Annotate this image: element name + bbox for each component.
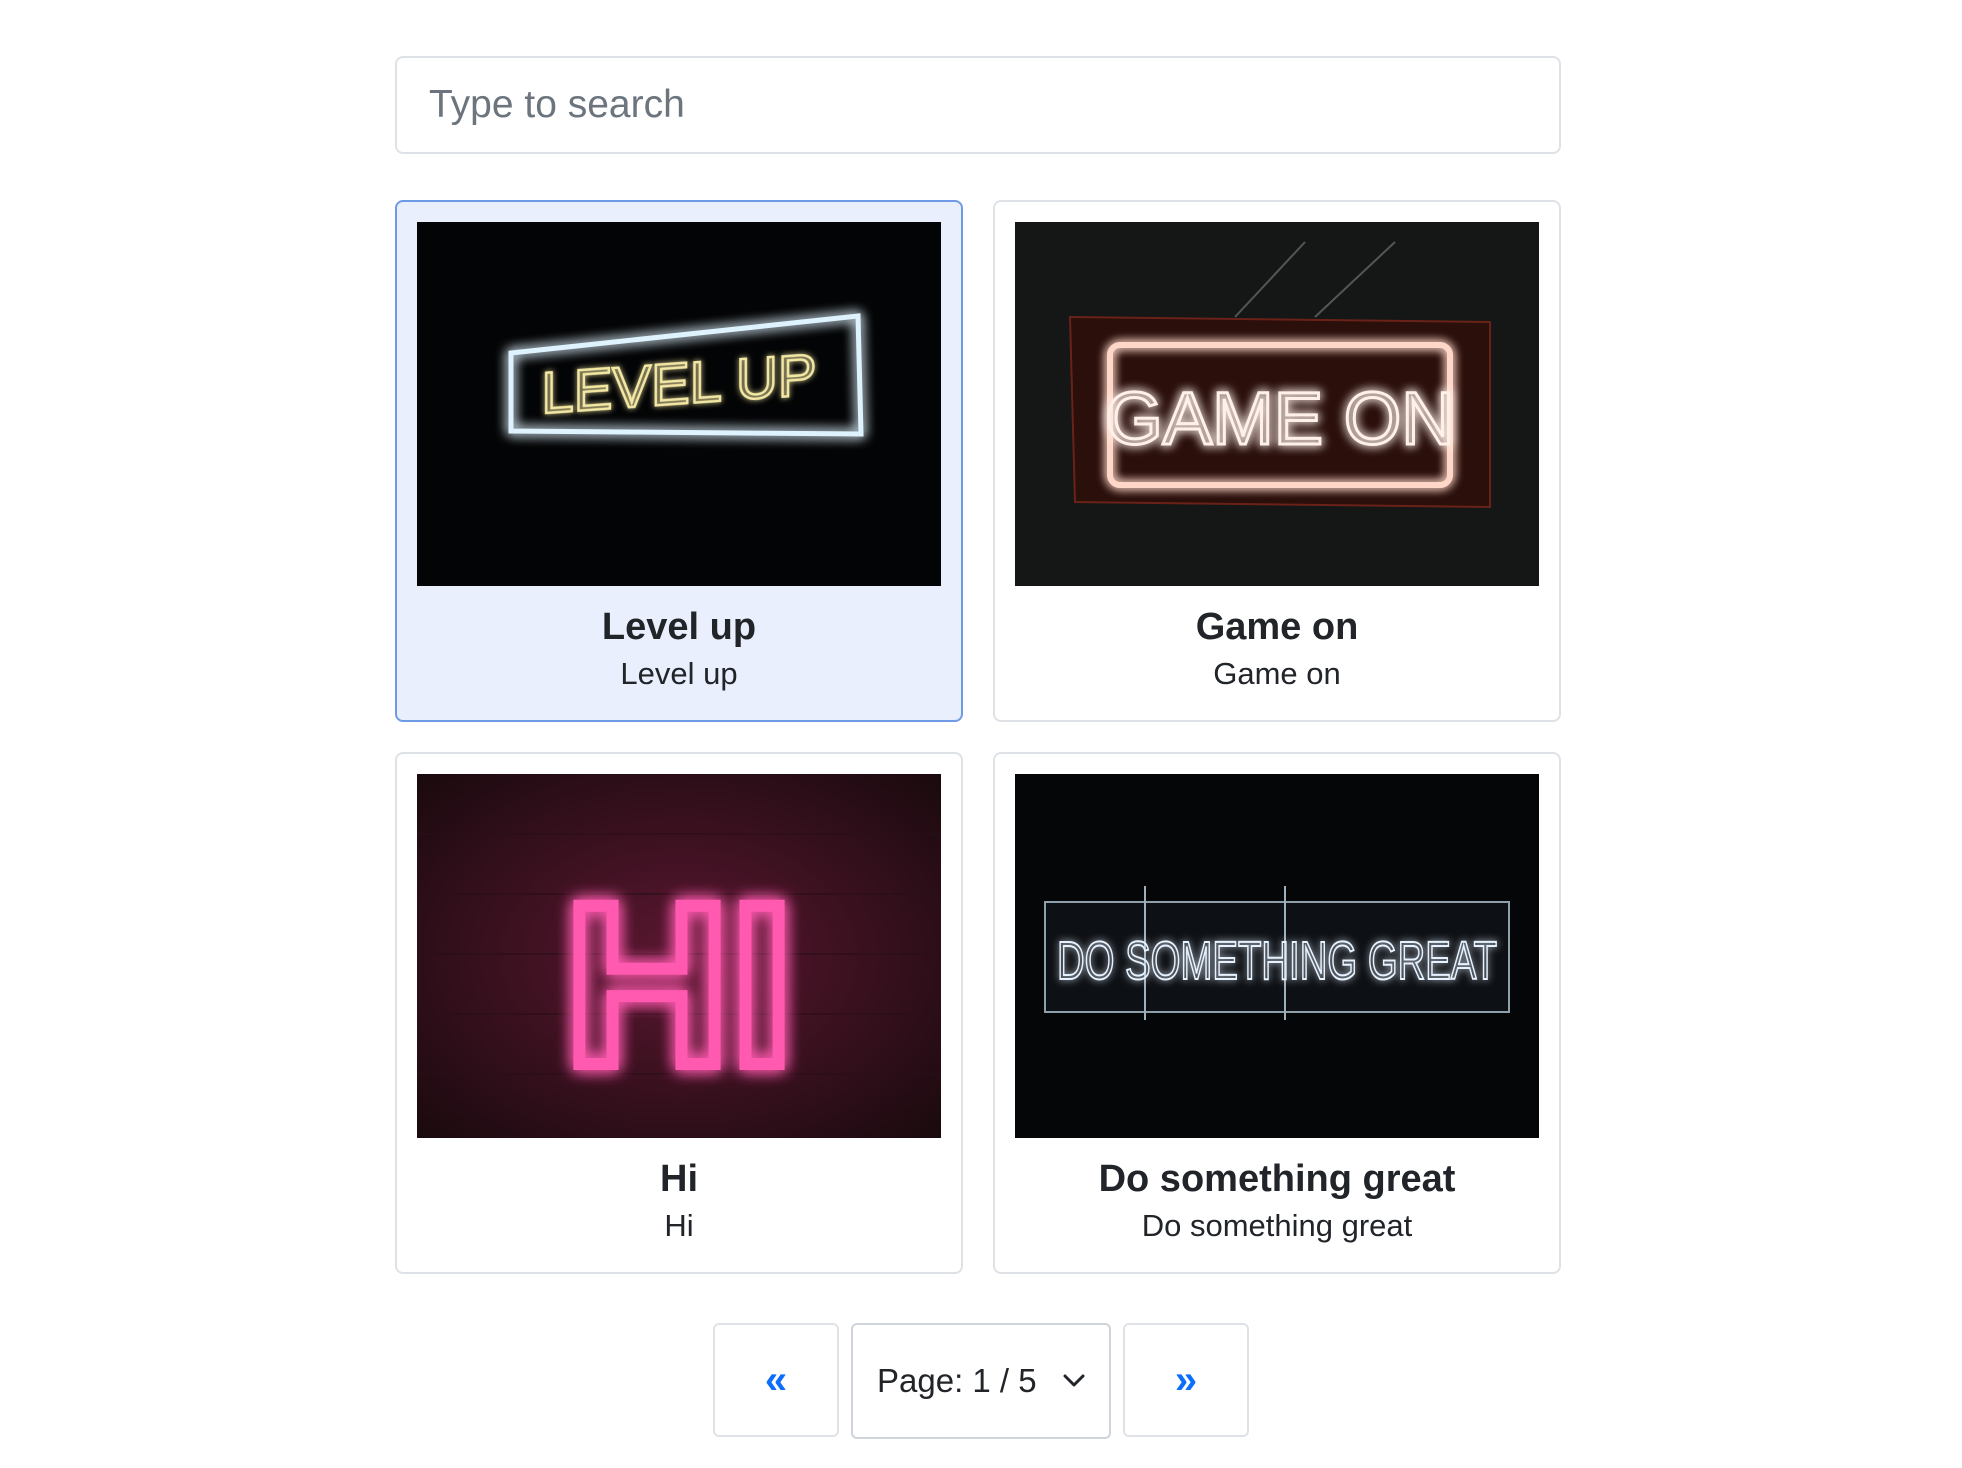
card-subtitle: Do something great [1141, 1208, 1413, 1243]
search-input[interactable] [395, 56, 1561, 154]
card-subtitle: Level up [620, 656, 738, 691]
page-select-label: Page: 1 / 5 [877, 1362, 1037, 1399]
card-title: Level up [601, 606, 757, 648]
chevron-down-icon [1063, 1374, 1085, 1387]
do-something-great-sign-text: DO SOMETHING GREAT [1057, 931, 1497, 991]
prev-page-button[interactable]: « [713, 1323, 839, 1437]
pagination: « Page: 1 / 5 » [0, 1323, 1962, 1439]
main-container: LEVEL UP Level up Level up GAME ON [395, 56, 1561, 1274]
card-title: Game on [1195, 606, 1359, 648]
image-card-do-something-great[interactable]: DO SOMETHING GREAT Do something great Do… [993, 752, 1561, 1274]
image-card-hi[interactable]: HI Hi Hi [395, 752, 963, 1274]
image-grid: LEVEL UP Level up Level up GAME ON Game … [395, 200, 1561, 1274]
page-select[interactable]: Page: 1 / 5 [851, 1323, 1111, 1439]
card-title: Do something great [1098, 1158, 1456, 1200]
card-image-level-up: LEVEL UP [417, 222, 941, 586]
hi-sign-text: HI [564, 856, 794, 1113]
card-image-hi: HI [417, 774, 941, 1138]
card-image-game-on: GAME ON [1015, 222, 1539, 586]
prev-page-label: « [764, 1357, 788, 1402]
card-image-do-something-great: DO SOMETHING GREAT [1015, 774, 1539, 1138]
image-card-level-up[interactable]: LEVEL UP Level up Level up [395, 200, 963, 722]
next-page-button[interactable]: » [1123, 1323, 1249, 1437]
game-on-sign-text: GAME ON [1105, 377, 1454, 460]
card-subtitle: Game on [1213, 656, 1341, 691]
card-subtitle: Hi [664, 1208, 694, 1243]
card-title: Hi [660, 1158, 698, 1200]
image-card-game-on[interactable]: GAME ON Game on Game on [993, 200, 1561, 722]
next-page-label: » [1174, 1357, 1198, 1402]
